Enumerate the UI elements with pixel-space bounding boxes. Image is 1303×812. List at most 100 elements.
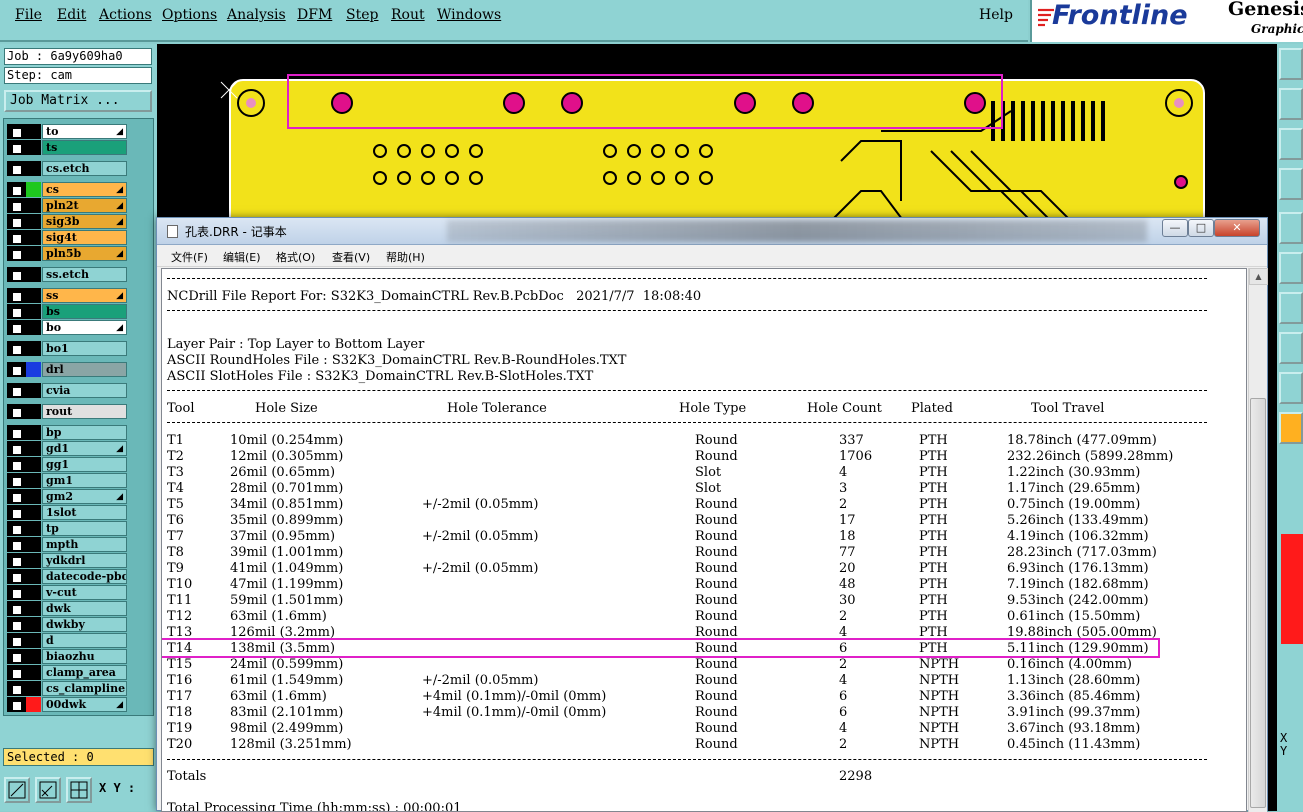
menu-analysis[interactable]: Analysis xyxy=(227,7,286,23)
layer-row[interactable]: 00dwk ◢ xyxy=(7,697,127,712)
menu-format-cn[interactable]: 格式(O) xyxy=(276,249,315,265)
layer-checkbox[interactable] xyxy=(7,341,26,356)
layer-row[interactable]: v-cut xyxy=(7,585,127,600)
layer-name[interactable]: 1slot xyxy=(42,505,127,520)
layer-row[interactable]: cs.etch xyxy=(7,161,127,176)
layer-color-swatch[interactable] xyxy=(26,362,41,377)
layer-name[interactable]: cvia xyxy=(42,383,127,398)
scroll-up-icon[interactable]: ▲ xyxy=(1249,268,1268,285)
layer-name[interactable]: gg1 xyxy=(42,457,127,472)
layer-row[interactable]: dwk xyxy=(7,601,127,616)
layer-name[interactable]: bo ◢ xyxy=(42,320,127,335)
layer-color-swatch[interactable] xyxy=(26,697,41,712)
layer-checkbox[interactable] xyxy=(7,457,26,472)
scroll-thumb[interactable] xyxy=(1250,398,1266,808)
layer-name[interactable]: biaozhu xyxy=(42,649,127,664)
layer-row[interactable]: sig4t xyxy=(7,230,127,245)
layer-color-swatch[interactable] xyxy=(26,537,41,552)
measure-button[interactable] xyxy=(35,777,61,803)
layer-name[interactable]: gm2 ◢ xyxy=(42,489,127,504)
layer-name[interactable]: datecode-pbc xyxy=(42,569,127,584)
layer-color-swatch[interactable] xyxy=(26,521,41,536)
layer-color-swatch[interactable] xyxy=(26,457,41,472)
menu-step[interactable]: Step xyxy=(346,7,378,23)
layer-name[interactable]: cs.etch xyxy=(42,161,127,176)
net-button[interactable] xyxy=(1279,252,1303,284)
tool-button-3[interactable] xyxy=(1279,128,1303,160)
job-matrix-button[interactable]: Job Matrix ... xyxy=(4,90,152,112)
layer-name[interactable]: ss ◢ xyxy=(42,288,127,303)
layer-checkbox[interactable] xyxy=(7,633,26,648)
layer-name[interactable]: ss.etch xyxy=(42,267,127,282)
layer-checkbox[interactable] xyxy=(7,140,26,155)
layer-checkbox[interactable] xyxy=(7,304,26,319)
layer-row[interactable]: gg1 xyxy=(7,457,127,472)
layer-color-swatch[interactable] xyxy=(26,161,41,176)
layer-name[interactable]: sig4t xyxy=(42,230,127,245)
layer-checkbox[interactable] xyxy=(7,182,26,197)
layer-color-swatch[interactable] xyxy=(26,140,41,155)
layer-color-swatch[interactable] xyxy=(26,617,41,632)
layer-color-swatch[interactable] xyxy=(26,304,41,319)
layer-row[interactable]: cvia xyxy=(7,383,127,398)
layer-row[interactable]: sig3b ◢ xyxy=(7,214,127,229)
layer-row[interactable]: clamp_area xyxy=(7,665,127,680)
close-button[interactable]: ✕ xyxy=(1214,219,1260,237)
menu-help[interactable]: Help xyxy=(979,7,1013,23)
layer-checkbox[interactable] xyxy=(7,230,26,245)
menu-options[interactable]: Options xyxy=(162,7,217,23)
layer-checkbox[interactable] xyxy=(7,489,26,504)
layer-checkbox[interactable] xyxy=(7,697,26,712)
layer-row[interactable]: d xyxy=(7,633,127,648)
tool-button-2[interactable] xyxy=(1279,88,1303,120)
layer-checkbox[interactable] xyxy=(7,404,26,419)
menu-file[interactable]: File xyxy=(15,7,42,23)
layer-name[interactable]: pln5b ◢ xyxy=(42,246,127,261)
layer-row[interactable]: tp xyxy=(7,521,127,536)
layer-row[interactable]: gm2 ◢ xyxy=(7,489,127,504)
maximize-button[interactable]: □ xyxy=(1188,219,1214,237)
layer-checkbox[interactable] xyxy=(7,288,26,303)
layer-name[interactable]: pln2t ◢ xyxy=(42,198,127,213)
layer-name[interactable]: dwkby xyxy=(42,617,127,632)
notepad-text-area[interactable]: NCDrill File Report For: S32K3_DomainCTR… xyxy=(161,268,1247,812)
menu-view-cn[interactable]: 查看(V) xyxy=(332,249,370,265)
vertical-scrollbar[interactable]: ▲ xyxy=(1248,268,1268,812)
layer-row[interactable]: drl xyxy=(7,362,127,377)
layer-color-swatch[interactable] xyxy=(26,214,41,229)
layer-color-swatch[interactable] xyxy=(26,505,41,520)
layer-color-swatch[interactable] xyxy=(26,198,41,213)
layer-tool-button[interactable] xyxy=(1279,48,1303,80)
layer-checkbox[interactable] xyxy=(7,362,26,377)
layer-color-swatch[interactable] xyxy=(26,320,41,335)
layer-name[interactable]: bo1 xyxy=(42,341,127,356)
layer-row[interactable]: to ◢ xyxy=(7,124,127,139)
pointer-button[interactable] xyxy=(1279,412,1303,444)
layer-row[interactable]: ydkdrl xyxy=(7,553,127,568)
layer-color-swatch[interactable] xyxy=(26,585,41,600)
layer-checkbox[interactable] xyxy=(7,383,26,398)
layer-color-swatch[interactable] xyxy=(26,633,41,648)
layer-color-swatch[interactable] xyxy=(26,267,41,282)
menu-dfm[interactable]: DFM xyxy=(297,7,332,23)
menu-edit-cn[interactable]: 编辑(E) xyxy=(223,249,261,265)
layer-color-swatch[interactable] xyxy=(26,649,41,664)
menu-file-cn[interactable]: 文件(F) xyxy=(171,249,208,265)
layer-color-swatch[interactable] xyxy=(26,288,41,303)
layer-row[interactable]: gd1 ◢ xyxy=(7,441,127,456)
layer-name[interactable]: ydkdrl xyxy=(42,553,127,568)
layer-checkbox[interactable] xyxy=(7,161,26,176)
menu-windows[interactable]: Windows xyxy=(437,7,501,23)
layer-checkbox[interactable] xyxy=(7,124,26,139)
layer-checkbox[interactable] xyxy=(7,537,26,552)
layer-row[interactable]: gm1 xyxy=(7,473,127,488)
layer-checkbox[interactable] xyxy=(7,681,26,696)
layer-row[interactable]: bs xyxy=(7,304,127,319)
menu-edit[interactable]: Edit xyxy=(57,7,86,23)
layer-row[interactable]: ts xyxy=(7,140,127,155)
layer-name[interactable]: cs_clampline xyxy=(42,681,127,696)
layer-checkbox[interactable] xyxy=(7,246,26,261)
layer-color-swatch[interactable] xyxy=(26,681,41,696)
layer-name[interactable]: tp xyxy=(42,521,127,536)
layer-checkbox[interactable] xyxy=(7,505,26,520)
